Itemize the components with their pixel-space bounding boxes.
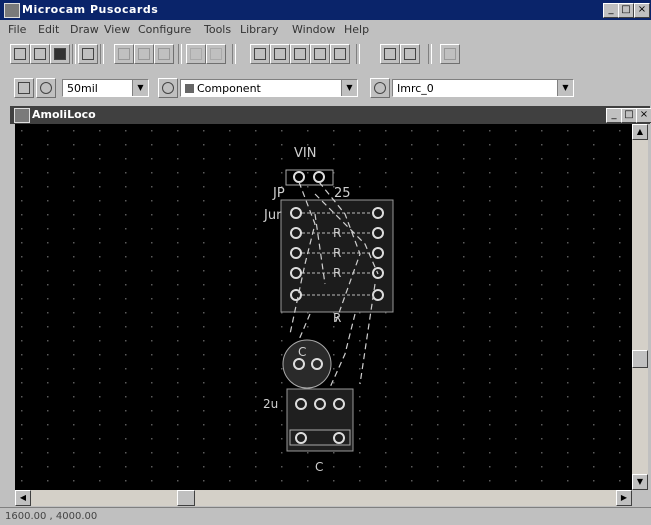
doc-close-button[interactable]: ×	[636, 108, 651, 123]
document-title: AmoliLoco	[32, 108, 96, 121]
vertical-scrollbar[interactable]: ▲ ▼	[632, 124, 648, 490]
menu-library[interactable]: Library	[240, 23, 278, 36]
vertical-scroll-thumb[interactable]	[632, 350, 648, 368]
toolbar-separator	[428, 44, 432, 64]
toolbar-separator	[72, 44, 76, 64]
horizontal-scrollbar[interactable]: ◀ ▶	[15, 490, 632, 506]
chevron-down-icon[interactable]: ▼	[557, 80, 573, 96]
menu-bar: File Edit Draw View Configure Tools Libr…	[0, 20, 651, 40]
maximize-button[interactable]: □	[618, 3, 634, 18]
open-icon[interactable]	[30, 44, 50, 64]
chevron-down-icon[interactable]: ▼	[132, 80, 148, 96]
layer-select[interactable]: Component ▼	[180, 79, 358, 97]
scroll-up-icon[interactable]: ▲	[632, 124, 648, 140]
pcb-label-r2: R	[333, 246, 341, 260]
toolbar-separator	[356, 44, 360, 64]
pcb-label-25: 25	[334, 186, 351, 201]
pcb-label-jp: JP	[272, 186, 285, 201]
grid-value: 50mil	[67, 82, 98, 95]
toolbar-separator	[178, 44, 182, 64]
pcb-label-c2: C	[315, 460, 323, 474]
pcb-drawing[interactable]: VIN JP 25 Jur R R R R C 2u C	[15, 124, 632, 490]
close-button[interactable]: ×	[634, 3, 650, 18]
part-icon[interactable]	[270, 44, 290, 64]
trace-icon[interactable]	[290, 44, 310, 64]
copy-icon[interactable]	[134, 44, 154, 64]
wire-icon[interactable]	[250, 44, 270, 64]
zoom-icon[interactable]	[440, 44, 460, 64]
layer-color-swatch	[185, 84, 194, 93]
pcb-label-r4: R	[333, 311, 341, 325]
net-select[interactable]: Imrc_0 ▼	[392, 79, 574, 97]
pcb-canvas[interactable]: VIN JP 25 Jur R R R R C 2u C	[15, 124, 632, 490]
document-titlebar: AmoliLoco _ □ ×	[10, 106, 651, 124]
net-icon[interactable]	[370, 78, 390, 98]
layer-value: Component	[197, 82, 261, 95]
redo-icon[interactable]	[206, 44, 226, 64]
status-bar: 1600.00 , 4000.00	[0, 507, 651, 525]
app-titlebar: Microcam Pusocards _ □ ×	[0, 0, 651, 20]
horizontal-scroll-thumb[interactable]	[177, 490, 195, 506]
snap-icon[interactable]	[14, 78, 34, 98]
menu-draw[interactable]: Draw	[70, 23, 99, 36]
layer-icon[interactable]	[158, 78, 178, 98]
line-icon[interactable]	[380, 44, 400, 64]
grid-icon[interactable]	[36, 78, 56, 98]
doc-maximize-button[interactable]: □	[621, 108, 637, 123]
new-icon[interactable]	[10, 44, 30, 64]
pcb-label-jur: Jur	[263, 208, 282, 223]
minimize-button[interactable]: _	[603, 3, 619, 18]
pcb-label-2u: 2u	[263, 397, 278, 411]
menu-tools[interactable]: Tools	[204, 23, 231, 36]
menu-configure[interactable]: Configure	[138, 23, 191, 36]
doc-minimize-button[interactable]: _	[606, 108, 622, 123]
pcb-label-c1: C	[298, 345, 306, 359]
menu-help[interactable]: Help	[344, 23, 369, 36]
scroll-left-icon[interactable]: ◀	[15, 490, 31, 506]
toolbar-separator	[232, 44, 236, 64]
menu-window[interactable]: Window	[292, 23, 335, 36]
toolbar-separator	[100, 44, 104, 64]
undo-icon[interactable]	[186, 44, 206, 64]
menu-view[interactable]: View	[104, 23, 130, 36]
text-icon[interactable]	[330, 44, 350, 64]
print-icon[interactable]	[78, 44, 98, 64]
cursor-coordinates: 1600.00 , 4000.00	[5, 511, 98, 522]
pcb-label-vin: VIN	[294, 146, 316, 161]
app-icon	[4, 3, 20, 18]
scroll-down-icon[interactable]: ▼	[632, 474, 648, 490]
pcb-label-r1: R	[333, 226, 341, 240]
scroll-right-icon[interactable]: ▶	[616, 490, 632, 506]
menu-edit[interactable]: Edit	[38, 23, 59, 36]
capacitor-outline[interactable]	[282, 339, 332, 389]
paste-icon[interactable]	[154, 44, 174, 64]
cut-icon[interactable]	[114, 44, 134, 64]
pcb-label-r3: R	[333, 266, 341, 280]
chevron-down-icon[interactable]: ▼	[341, 80, 357, 96]
save-icon[interactable]	[50, 44, 70, 64]
menu-file[interactable]: File	[8, 23, 26, 36]
net-value: Imrc_0	[397, 82, 434, 95]
document-icon	[14, 108, 30, 123]
arc-icon[interactable]	[400, 44, 420, 64]
pad-icon[interactable]	[310, 44, 330, 64]
grid-select[interactable]: 50mil ▼	[62, 79, 149, 97]
app-title: Microcam Pusocards	[22, 3, 159, 16]
